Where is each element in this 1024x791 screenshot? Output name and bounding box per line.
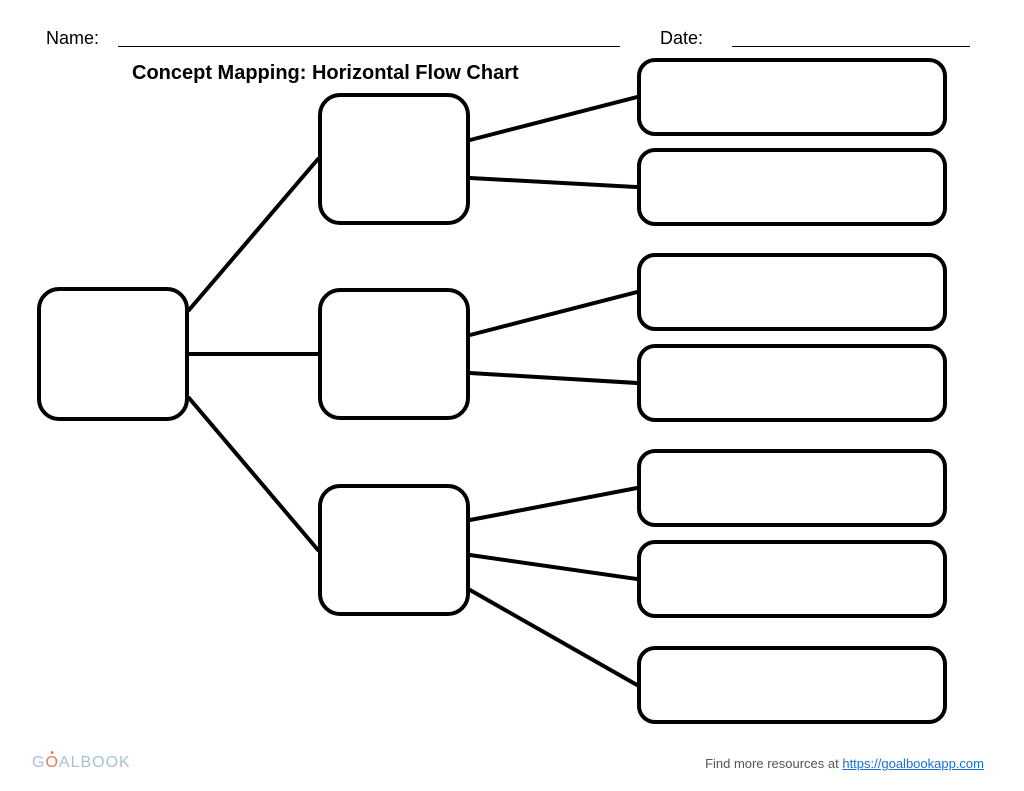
- brand-text-after: ALBOOK: [59, 754, 131, 771]
- flowchart-mid-box[interactable]: [318, 93, 470, 225]
- worksheet-title: Concept Mapping: Horizontal Flow Chart: [132, 62, 519, 85]
- worksheet-page: Name: Date: Concept Mapping: Horizontal …: [0, 0, 1024, 791]
- flowchart-leaf-box[interactable]: [637, 449, 947, 527]
- flowchart-mid-box[interactable]: [318, 484, 470, 616]
- footer-link[interactable]: https://goalbookapp.com: [842, 756, 984, 771]
- flowchart-leaf-box[interactable]: [637, 148, 947, 226]
- date-input-line[interactable]: [732, 46, 970, 47]
- brand-text-o: O: [45, 754, 58, 771]
- flowchart-leaf-box[interactable]: [637, 344, 947, 422]
- date-label: Date:: [660, 28, 703, 49]
- flowchart-leaf-box[interactable]: [637, 58, 947, 136]
- name-label: Name:: [46, 28, 99, 49]
- name-input-line[interactable]: [118, 46, 620, 47]
- footer-prefix: Find more resources at: [705, 756, 842, 771]
- flowchart-mid-box[interactable]: [318, 288, 470, 420]
- brand-text-before: G: [32, 754, 45, 771]
- footer-text: Find more resources at https://goalbooka…: [705, 756, 984, 771]
- flowchart-leaf-box[interactable]: [637, 540, 947, 618]
- flowchart-root-box[interactable]: [37, 287, 189, 421]
- flowchart-leaf-box[interactable]: [637, 253, 947, 331]
- flowchart-leaf-box[interactable]: [637, 646, 947, 724]
- brand-logo: GOALBOOK: [32, 754, 131, 772]
